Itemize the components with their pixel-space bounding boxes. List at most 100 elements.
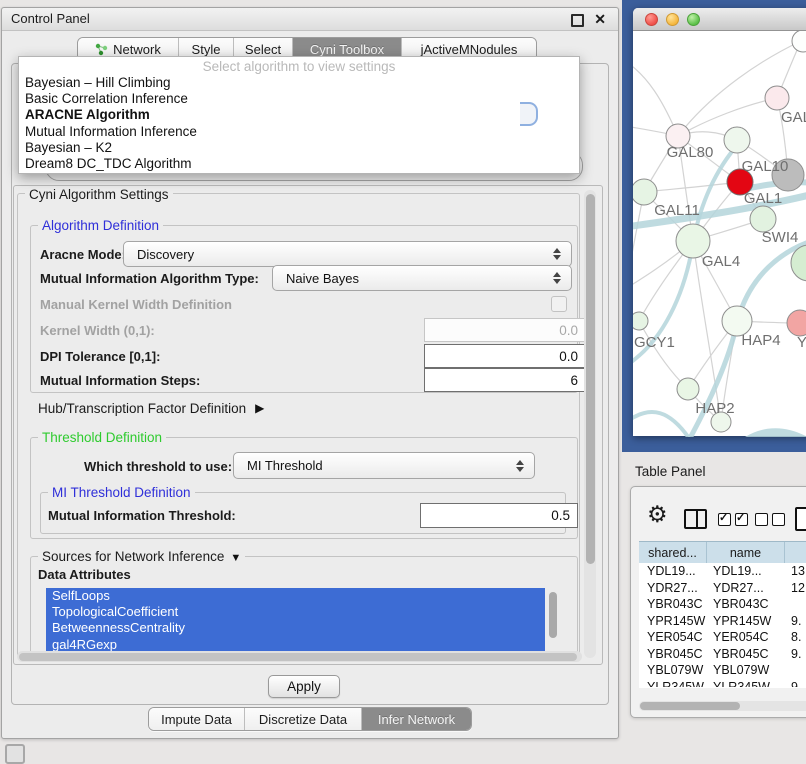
document-icon[interactable] — [795, 507, 806, 531]
mi-threshold-group-title: MI Threshold Definition — [48, 485, 195, 500]
cyni-settings-group-title: Cyni Algorithm Settings — [25, 187, 173, 202]
which-threshold-combobox[interactable]: MI Threshold — [233, 452, 535, 479]
node[interactable] — [792, 31, 806, 52]
node-label: GAL — [781, 109, 806, 126]
algorithm-dropdown-popup: Select algorithm to view settings Bayesi… — [18, 56, 580, 174]
mi-type-combobox[interactable]: Naive Bayes — [272, 265, 572, 291]
node-pink[interactable] — [787, 310, 806, 336]
dropdown-item-selected[interactable]: ARACNE Algorithm — [19, 107, 579, 123]
dropdown-item[interactable]: Bayesian – K2 — [19, 140, 579, 156]
table-horizontal-scrollbar-thumb[interactable] — [640, 702, 740, 710]
deselect-all-columns-icon[interactable] — [755, 513, 785, 526]
table-row[interactable]: YPR145WYPR145W9. — [639, 613, 806, 630]
manual-kernel-checkbox[interactable] — [551, 296, 567, 312]
node-label: GAL1 — [744, 190, 782, 207]
threshold-definition-title: Threshold Definition — [38, 430, 166, 445]
aracne-mode-value: Discovery — [124, 247, 552, 262]
table-panel-title: Table Panel — [635, 464, 706, 479]
table-row[interactable]: YBR043CYBR043C — [639, 596, 806, 613]
table-row[interactable]: YER054CYER054C8. — [639, 629, 806, 646]
list-item-selected[interactable]: gal4RGexp — [46, 637, 545, 652]
dropdown-item[interactable]: Mutual Information Inference — [19, 124, 579, 140]
network-icon — [95, 43, 108, 56]
gear-icon[interactable] — [647, 503, 668, 527]
unchecked-checkbox-icon — [772, 513, 785, 526]
list-item-selected[interactable]: BetweennessCentrality — [46, 620, 545, 636]
table-row[interactable]: YDL19...YDL19...13 — [639, 563, 806, 580]
node-table: shared... name YDL19...YDL19...13 YDR27.… — [639, 541, 806, 688]
table-header-row: shared... name — [639, 542, 806, 563]
node-label: HAP4 — [741, 332, 780, 349]
tab-discretize-data[interactable]: Discretize Data — [244, 708, 361, 730]
mi-steps-field[interactable]: 6 — [424, 368, 586, 392]
dropdown-item[interactable]: Dream8 DC_TDC Algorithm — [19, 156, 579, 172]
table-body: YDL19...YDL19...13 YDR27...YDR27...12 YB… — [639, 563, 806, 687]
kernel-width-field[interactable]: 0.0 — [424, 318, 586, 342]
mi-type-label: Mutual Information Algorithm Type: — [40, 271, 259, 286]
column-header-name[interactable]: name — [707, 542, 785, 563]
settings-horizontal-scrollbar-thumb[interactable] — [19, 653, 577, 661]
dropdown-item[interactable]: Bayesian – Hill Climbing — [19, 75, 579, 91]
aracne-mode-label: Aracne Mode: — [40, 247, 126, 262]
panel-grip-icon[interactable] — [5, 744, 25, 764]
select-all-columns-icon[interactable] — [718, 513, 748, 526]
disclosure-down-icon — [230, 549, 241, 564]
table-row[interactable]: YLR345WYLR345W9. — [639, 679, 806, 688]
table-horizontal-scrollbar[interactable] — [639, 701, 806, 711]
kernel-width-label: Kernel Width (0,1): — [40, 323, 155, 338]
control-panel-titlebar[interactable]: Control Panel — [2, 8, 618, 31]
column-header-partial[interactable] — [785, 542, 806, 563]
combo-arrows-icon — [552, 248, 561, 260]
node-hap2[interactable] — [677, 378, 699, 400]
close-traffic-light[interactable] — [645, 13, 658, 26]
network-window: GAL GAL80 GAL10 GAL1 GAL11 SWI4 GAL4 GCY… — [633, 8, 806, 436]
column-header-shared-name[interactable]: shared... — [639, 542, 707, 563]
list-scrollbar-thumb[interactable] — [549, 592, 557, 638]
dropdown-item[interactable]: Basic Correlation Inference — [19, 91, 579, 107]
settings-vertical-scrollbar[interactable] — [584, 190, 596, 658]
sources-disclosure[interactable]: Sources for Network Inference — [38, 549, 245, 564]
node-label: GAL80 — [667, 144, 714, 161]
tab-impute-data[interactable]: Impute Data — [149, 708, 244, 730]
node-gal-partial[interactable] — [765, 86, 789, 110]
control-panel-title: Control Panel — [2, 8, 618, 30]
node-label: GAL10 — [742, 158, 789, 175]
sources-title: Sources for Network Inference — [42, 549, 224, 564]
data-attributes-label: Data Attributes — [38, 567, 131, 582]
node-label: Y — [797, 334, 806, 351]
table-row[interactable]: YBR045CYBR045C9. — [639, 646, 806, 663]
node-gcy1[interactable] — [633, 312, 648, 330]
float-window-icon[interactable] — [571, 14, 584, 27]
tab-network-label: Network — [113, 42, 161, 57]
mi-threshold-field[interactable]: 0.5 — [420, 503, 578, 528]
network-canvas[interactable]: GAL GAL80 GAL10 GAL1 GAL11 SWI4 GAL4 GCY… — [633, 31, 806, 437]
dpi-tolerance-label: DPI Tolerance [0,1]: — [40, 349, 160, 364]
tab-infer-network[interactable]: Infer Network — [361, 708, 471, 730]
network-window-titlebar[interactable] — [633, 8, 806, 31]
mi-type-value: Naive Bayes — [273, 271, 552, 286]
list-scrollbar[interactable] — [548, 589, 558, 651]
aracne-mode-combobox[interactable]: Discovery — [123, 241, 572, 267]
mi-threshold-label: Mutual Information Threshold: — [48, 508, 236, 523]
minimize-traffic-light[interactable] — [666, 13, 679, 26]
node-label: GAL11 — [654, 202, 700, 219]
close-icon[interactable] — [594, 12, 606, 26]
hub-definition-disclosure[interactable]: Hub/Transcription Factor Definition — [38, 399, 264, 417]
settings-horizontal-scrollbar[interactable] — [17, 651, 582, 662]
columns-icon[interactable] — [684, 509, 707, 529]
zoom-traffic-light[interactable] — [687, 13, 700, 26]
list-item-selected[interactable]: SelfLoops — [46, 588, 545, 604]
apply-button[interactable]: Apply — [268, 675, 340, 698]
table-row[interactable]: YBL079WYBL079W — [639, 662, 806, 679]
settings-vertical-scrollbar-thumb[interactable] — [586, 194, 595, 564]
table-row[interactable]: YDR27...YDR27...12 — [639, 580, 806, 597]
checked-checkbox-icon — [735, 513, 748, 526]
dpi-tolerance-field[interactable]: 0.0 — [424, 344, 586, 368]
combobox-focus-fragment — [520, 102, 538, 126]
dropdown-placeholder: Select algorithm to view settings — [19, 58, 579, 75]
node-label: HAP2 — [695, 400, 734, 417]
node-gal10[interactable] — [724, 127, 750, 153]
list-item-selected[interactable]: TopologicalCoefficient — [46, 604, 545, 620]
desktop: { "window": { "title": "Control Panel" }… — [0, 0, 806, 762]
network-view-panel: GAL GAL80 GAL10 GAL1 GAL11 SWI4 GAL4 GCY… — [622, 0, 806, 452]
